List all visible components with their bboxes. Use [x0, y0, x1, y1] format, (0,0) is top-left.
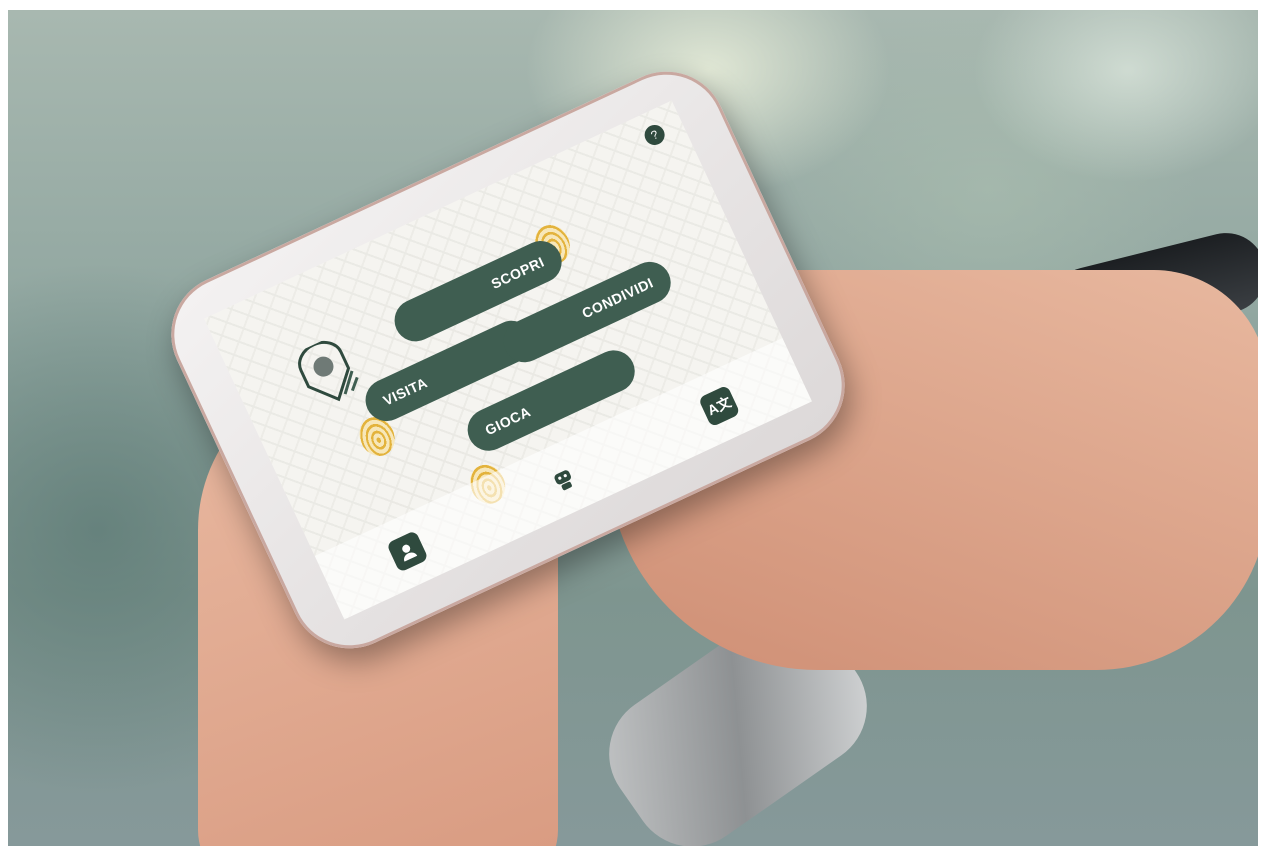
- user-profile-icon[interactable]: [386, 530, 429, 573]
- translate-icon[interactable]: A文: [697, 384, 741, 428]
- robot-icon[interactable]: [542, 457, 585, 500]
- robot-glyph-icon: [554, 470, 572, 491]
- user-glyph-icon: [402, 544, 418, 562]
- photo-background: ? SCOPRI VISITA CONDIVIDI GIOCA A文: [8, 10, 1258, 846]
